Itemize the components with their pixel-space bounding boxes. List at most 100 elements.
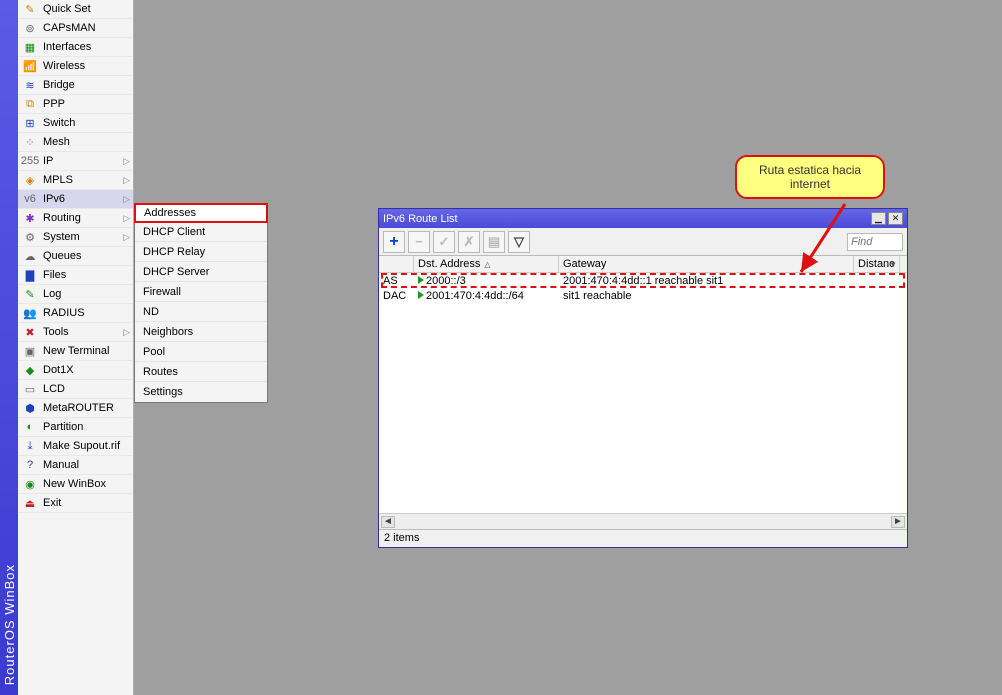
sidebar-item-mesh[interactable]: ⁘Mesh (18, 133, 133, 152)
scroll-left-icon[interactable]: ◄ (381, 516, 395, 528)
sidebar-item-dot1x[interactable]: ◆Dot1X (18, 361, 133, 380)
sidebar-item-label: CAPsMAN (43, 22, 96, 34)
tools-icon: ✖ (22, 324, 38, 340)
sidebar-item-label: System (43, 231, 80, 243)
annotation-callout: Ruta estatica hacia internet (735, 155, 885, 199)
enable-button[interactable]: ✓ (433, 231, 455, 253)
submenu-item-pool[interactable]: Pool (135, 342, 267, 362)
remove-button[interactable]: − (408, 231, 430, 253)
sidebar-item-mpls[interactable]: ◈MPLS▷ (18, 171, 133, 190)
sidebar-item-new-terminal[interactable]: ▣New Terminal (18, 342, 133, 361)
submenu-caret-icon: ▷ (123, 213, 130, 224)
sidebar-item-routing[interactable]: ✱ Routing ▷ (18, 209, 133, 228)
sidebar-item-interfaces[interactable]: ▦Interfaces (18, 38, 133, 57)
add-button[interactable]: + (383, 231, 405, 253)
sidebar-item-label: MetaROUTER (43, 402, 114, 414)
exit-icon: ⏏ (22, 495, 38, 511)
lcd-icon: ▭ (22, 381, 38, 397)
close-button[interactable]: ✕ (888, 212, 903, 225)
grid-horizontal-scrollbar[interactable]: ◄ ► (379, 513, 907, 529)
wand-icon: ✎ (22, 1, 38, 17)
sidebar-item-queues[interactable]: ☁Queues (18, 247, 133, 266)
sidebar-item-manual[interactable]: ?Manual (18, 456, 133, 475)
partition-icon: ◐ (22, 419, 38, 435)
app-title: RouterOS WinBox (2, 564, 17, 685)
sidebar-item-make-supout-rif[interactable]: ⤓Make Supout.rif (18, 437, 133, 456)
wireless-icon: 📶 (22, 58, 38, 74)
sidebar-item-radius[interactable]: 👥RADIUS (18, 304, 133, 323)
find-input[interactable] (847, 233, 903, 251)
ppp-icon: ⧉ (22, 96, 38, 112)
comment-button[interactable]: ▤ (483, 231, 505, 253)
window-toolbar: + − ✓ ✗ ▤ ▽ (379, 228, 907, 256)
sidebar-item-system[interactable]: ⚙System▷ (18, 228, 133, 247)
submenu-item-dhcp-client[interactable]: DHCP Client (135, 222, 267, 242)
cell-dst-address: 2001:470:4:4dd::/64 (414, 290, 559, 302)
minimize-button[interactable]: ▁ (871, 212, 886, 225)
sidebar-item-lcd[interactable]: ▭LCD (18, 380, 133, 399)
sidebar-item-wireless[interactable]: 📶Wireless (18, 57, 133, 76)
sidebar-item-label: Routing (43, 212, 81, 224)
sidebar-item-log[interactable]: ✎Log (18, 285, 133, 304)
item-count: 2 items (384, 532, 419, 544)
disable-button[interactable]: ✗ (458, 231, 480, 253)
submenu-item-dhcp-server[interactable]: DHCP Server (135, 262, 267, 282)
annotation-text: Ruta estatica hacia internet (759, 163, 861, 191)
route-active-icon (418, 276, 424, 284)
submenu-caret-icon: ▷ (123, 156, 130, 167)
sidebar-item-bridge[interactable]: ≋Bridge (18, 76, 133, 95)
sidebar-item-label: Make Supout.rif (43, 440, 120, 452)
sidebar-item-ip[interactable]: 255IP▷ (18, 152, 133, 171)
sidebar-item-exit[interactable]: ⏏ Exit (18, 494, 133, 513)
newwinbox-icon: ◉ (22, 476, 38, 492)
sidebar-item-label: New WinBox (43, 478, 106, 490)
column-header-distanc[interactable]: Distanc▼ (854, 256, 900, 272)
submenu-item-firewall[interactable]: Firewall (135, 282, 267, 302)
scroll-right-icon[interactable]: ► (891, 516, 905, 528)
sidebar-item-ipv6[interactable]: v6IPv6▷ (18, 190, 133, 209)
sidebar-item-ppp[interactable]: ⧉PPP (18, 95, 133, 114)
submenu-item-dhcp-relay[interactable]: DHCP Relay (135, 242, 267, 262)
app-title-bar: RouterOS WinBox (0, 0, 18, 695)
column-header-gateway[interactable]: Gateway (559, 256, 854, 272)
system-icon: ⚙ (22, 229, 38, 245)
submenu-caret-icon: ▷ (123, 175, 130, 186)
filter-button[interactable]: ▽ (508, 231, 530, 253)
column-header-flags[interactable] (379, 256, 414, 272)
sidebar-item-label: Mesh (43, 136, 70, 148)
window-titlebar[interactable]: IPv6 Route List ▁ ✕ (379, 209, 907, 228)
routing-icon: ✱ (22, 210, 38, 226)
sidebar-item-label: Files (43, 269, 66, 281)
sidebar-item-switch[interactable]: ⊞Switch (18, 114, 133, 133)
sidebar-item-capsman[interactable]: ⊚CAPsMAN (18, 19, 133, 38)
grid-body: AS2000::/32001:470:4:4dd::1 reachable si… (379, 273, 907, 513)
files-icon: ▇ (22, 267, 38, 283)
column-header-dst-address[interactable]: Dst. Address△ (414, 256, 559, 272)
column-dropdown-icon[interactable]: ▼ (889, 260, 897, 269)
submenu-item-addresses[interactable]: Addresses (134, 203, 268, 223)
sidebar-item-label: New Terminal (43, 345, 109, 357)
sidebar-item-tools[interactable]: ✖Tools▷ (18, 323, 133, 342)
queues-icon: ☁ (22, 248, 38, 264)
sidebar-item-files[interactable]: ▇ Files (18, 266, 133, 285)
ipv6-submenu: AddressesDHCP ClientDHCP RelayDHCP Serve… (134, 203, 268, 403)
submenu-item-neighbors[interactable]: Neighbors (135, 322, 267, 342)
cell-dst-address: 2000::/3 (414, 275, 559, 287)
sidebar-item-label: Exit (43, 497, 61, 509)
dot1x-icon: ◆ (22, 362, 38, 378)
sidebar-item-metarouter[interactable]: ⬢MetaROUTER (18, 399, 133, 418)
sidebar-item-label: Tools (43, 326, 69, 338)
sidebar-item-partition[interactable]: ◐Partition (18, 418, 133, 437)
sidebar-item-label: Log (43, 288, 61, 300)
sidebar-item-label: IP (43, 155, 53, 167)
submenu-item-nd[interactable]: ND (135, 302, 267, 322)
sidebar-item-new-winbox[interactable]: ◉ New WinBox (18, 475, 133, 494)
ipv6-route-list-window: IPv6 Route List ▁ ✕ + − ✓ ✗ ▤ ▽ Dst. Add… (378, 208, 908, 548)
route-row[interactable]: DAC2001:470:4:4dd::/64sit1 reachable (379, 288, 907, 303)
submenu-item-routes[interactable]: Routes (135, 362, 267, 382)
grid-header: Dst. Address△GatewayDistanc▼ (379, 256, 907, 273)
route-row[interactable]: AS2000::/32001:470:4:4dd::1 reachable si… (379, 273, 907, 288)
cell-flags: DAC (379, 290, 414, 302)
submenu-item-settings[interactable]: Settings (135, 382, 267, 402)
sidebar-item-quick-set[interactable]: ✎Quick Set (18, 0, 133, 19)
